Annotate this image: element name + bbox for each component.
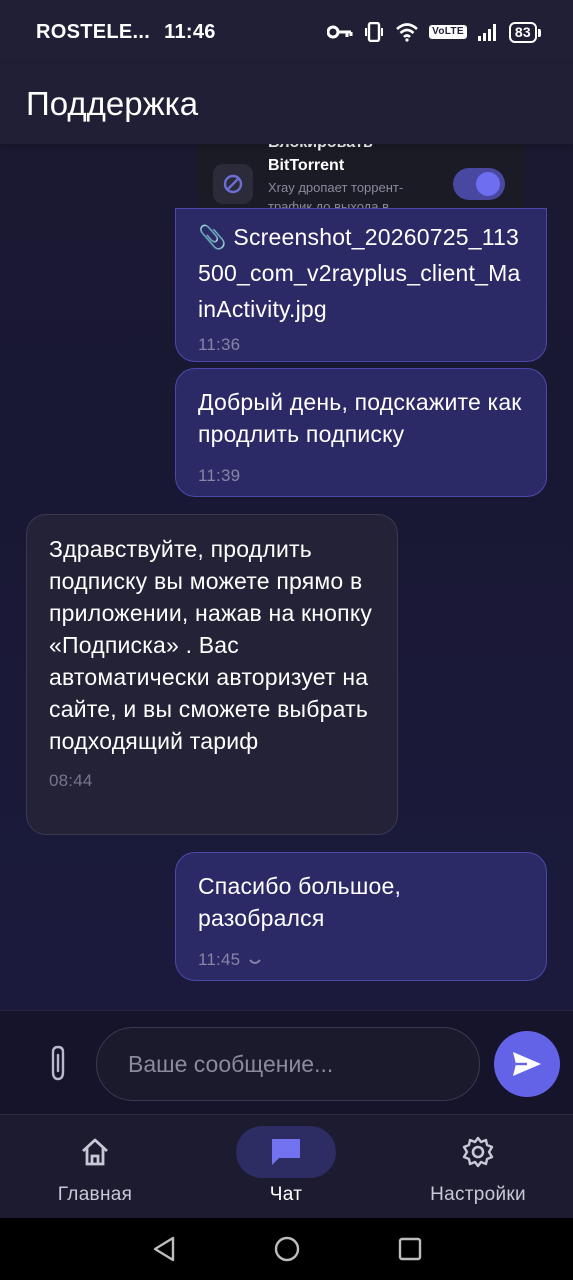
message-list[interactable]: Блокировать BitTorrent Xray дропает торр… — [0, 144, 573, 1010]
message-time: 11:36 — [198, 335, 241, 354]
app-header: Поддержка — [0, 64, 573, 144]
nav-item-chat[interactable]: Чат — [236, 1115, 336, 1219]
message-text: Спасибо большое, разобрался — [198, 873, 402, 931]
nav-label: Настройки — [430, 1184, 526, 1205]
attachment-filename[interactable]: 📎 Screenshot_20260725_113500_com_v2raypl… — [198, 219, 524, 327]
preview-toggle — [453, 168, 505, 200]
preview-title: BitTorrent — [268, 157, 345, 174]
home-circle-icon[interactable] — [273, 1235, 301, 1263]
attachment-preview-image[interactable]: Блокировать BitTorrent Xray дропает торр… — [197, 144, 525, 208]
volte-badge: VoLTE — [429, 25, 467, 39]
nav-icon-wrap — [424, 1126, 532, 1178]
status-bar: ROSTELE... 11:46 VoLTE 83 — [0, 0, 573, 64]
message-time: 08:44 — [49, 771, 93, 790]
message-bubble-outgoing[interactable]: Спасибо большое, разобрался 11:45 — [175, 852, 547, 981]
pending-clock-icon — [249, 959, 262, 964]
composer-bar — [0, 1010, 573, 1114]
send-button[interactable] — [494, 1031, 560, 1097]
status-icons: VoLTE 83 — [327, 21, 542, 43]
clock: 11:46 — [164, 20, 216, 43]
vpn-key-icon — [327, 25, 353, 39]
preview-title-partial: Блокировать — [268, 144, 373, 154]
recents-icon[interactable] — [397, 1236, 423, 1262]
message-bubble-outgoing[interactable]: 📎 Screenshot_20260725_113500_com_v2raypl… — [175, 208, 547, 362]
message-bubble-outgoing[interactable]: Добрый день, подскажите как продлить под… — [175, 368, 547, 497]
nav-icon-wrap — [45, 1126, 145, 1178]
chat-screen: ROSTELE... 11:46 VoLTE 83 Поддержка BitT… — [0, 0, 573, 1280]
message-time: 11:39 — [198, 466, 241, 485]
nav-label: Главная — [57, 1184, 133, 1205]
signal-icon — [477, 24, 496, 41]
chat-icon — [272, 1139, 300, 1165]
message-text: Добрый день, подскажите как продлить под… — [198, 389, 522, 447]
message-input[interactable] — [96, 1027, 480, 1101]
back-icon[interactable] — [151, 1235, 177, 1263]
bottom-navigation: Главная Чат Настройки — [0, 1114, 573, 1218]
battery-indicator: 83 — [508, 21, 542, 43]
message-time: 11:45 — [198, 950, 241, 969]
message-bubble-incoming[interactable]: Здравствуйте, продлить подписку вы может… — [26, 514, 398, 835]
message-text: Здравствуйте, продлить подписку вы может… — [49, 536, 373, 754]
page-title: Поддержка — [26, 85, 199, 122]
nav-icon-wrap — [236, 1126, 336, 1178]
preview-subtitle: Xray дропает торрент-трафик до выхода в — [268, 180, 404, 208]
message-meta: 11:45 — [198, 944, 524, 976]
paperclip-icon — [51, 1045, 65, 1081]
nav-item-home[interactable]: Главная — [45, 1115, 145, 1219]
gear-icon — [462, 1136, 494, 1168]
vibrate-icon — [365, 22, 384, 42]
nav-item-settings[interactable]: Настройки — [424, 1115, 532, 1219]
nav-label: Чат — [269, 1184, 303, 1205]
block-icon — [213, 164, 253, 204]
wifi-icon — [396, 23, 418, 42]
system-navigation-bar — [0, 1218, 573, 1280]
attach-button[interactable] — [40, 1043, 76, 1083]
carrier-name: ROSTELE... — [36, 20, 151, 43]
send-icon — [513, 1052, 541, 1076]
home-icon — [82, 1138, 108, 1166]
